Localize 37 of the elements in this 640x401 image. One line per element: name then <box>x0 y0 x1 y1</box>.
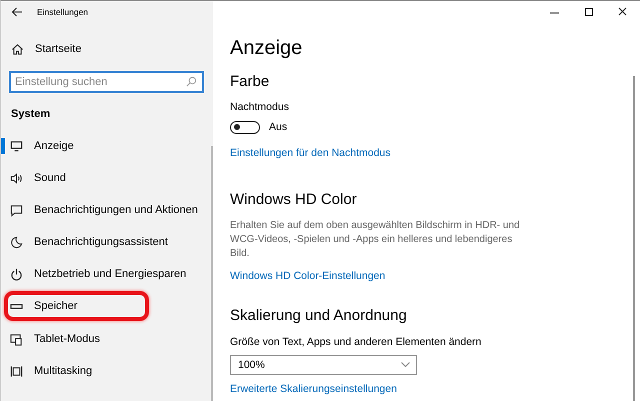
monitor-icon <box>10 140 23 152</box>
section-heading: Farbe <box>230 73 270 91</box>
search-icon <box>186 76 197 87</box>
home-icon <box>11 42 24 56</box>
sidebar-item[interactable]: Sound <box>1 162 213 194</box>
back-arrow-icon[interactable] <box>11 6 23 18</box>
toggle-switch[interactable] <box>230 120 260 134</box>
page-title: Anzeige <box>230 36 304 60</box>
search-field[interactable]: Einstellung suchen <box>9 71 204 93</box>
section-heading: Windows HD Color <box>230 191 358 209</box>
speech-bubble-icon <box>10 204 23 216</box>
chevron-down-icon <box>401 362 410 368</box>
setting-label: Größe von Text, Apps und anderen Elementen ändern <box>230 335 482 349</box>
settings-link[interactable]: Einstellungen für den Nachtmodus <box>230 146 391 160</box>
description-text: Erhalten Sie auf dem oben ausgewählten Bildschirm in HDR- und WCG-Videos, -Spielen und -Apps ein helleres und lebendigeres Bild. <box>230 219 521 261</box>
scrollbar[interactable] <box>211 146 213 401</box>
sidebar-item[interactable]: Tablet-Modus <box>1 323 213 355</box>
power-icon <box>10 268 23 280</box>
sidebar-item[interactable]: Benachrichtigungen und Aktionen <box>1 194 213 226</box>
tablet-icon <box>10 332 23 346</box>
scrollbar[interactable] <box>633 76 635 401</box>
sidebar-item[interactable]: Speicher <box>4 291 149 321</box>
scale-dropdown[interactable]: 100% <box>230 355 417 375</box>
sidebar-item[interactable]: Multitasking <box>1 355 213 387</box>
section-heading: Skalierung und Anordnung <box>230 307 408 325</box>
multitasking-icon <box>10 364 23 378</box>
toggle-state: Aus <box>269 120 288 134</box>
moon-icon <box>10 236 23 248</box>
speaker-icon <box>10 172 23 184</box>
setting-label: Nachtmodus <box>230 100 290 114</box>
settings-link[interactable]: Erweiterte Skalierungseinstellungen <box>230 382 397 396</box>
home-nav-item[interactable]: Startseite <box>1 36 213 62</box>
settings-link[interactable]: Windows HD Color-Einstellungen <box>230 269 386 283</box>
section-heading: System <box>10 107 52 121</box>
sidebar-item[interactable]: Benachrichtigungsassistent <box>1 226 213 258</box>
window-title: Einstellungen <box>37 7 88 17</box>
sidebar-item[interactable]: Netzbetrieb und Energiesparen <box>1 258 213 290</box>
